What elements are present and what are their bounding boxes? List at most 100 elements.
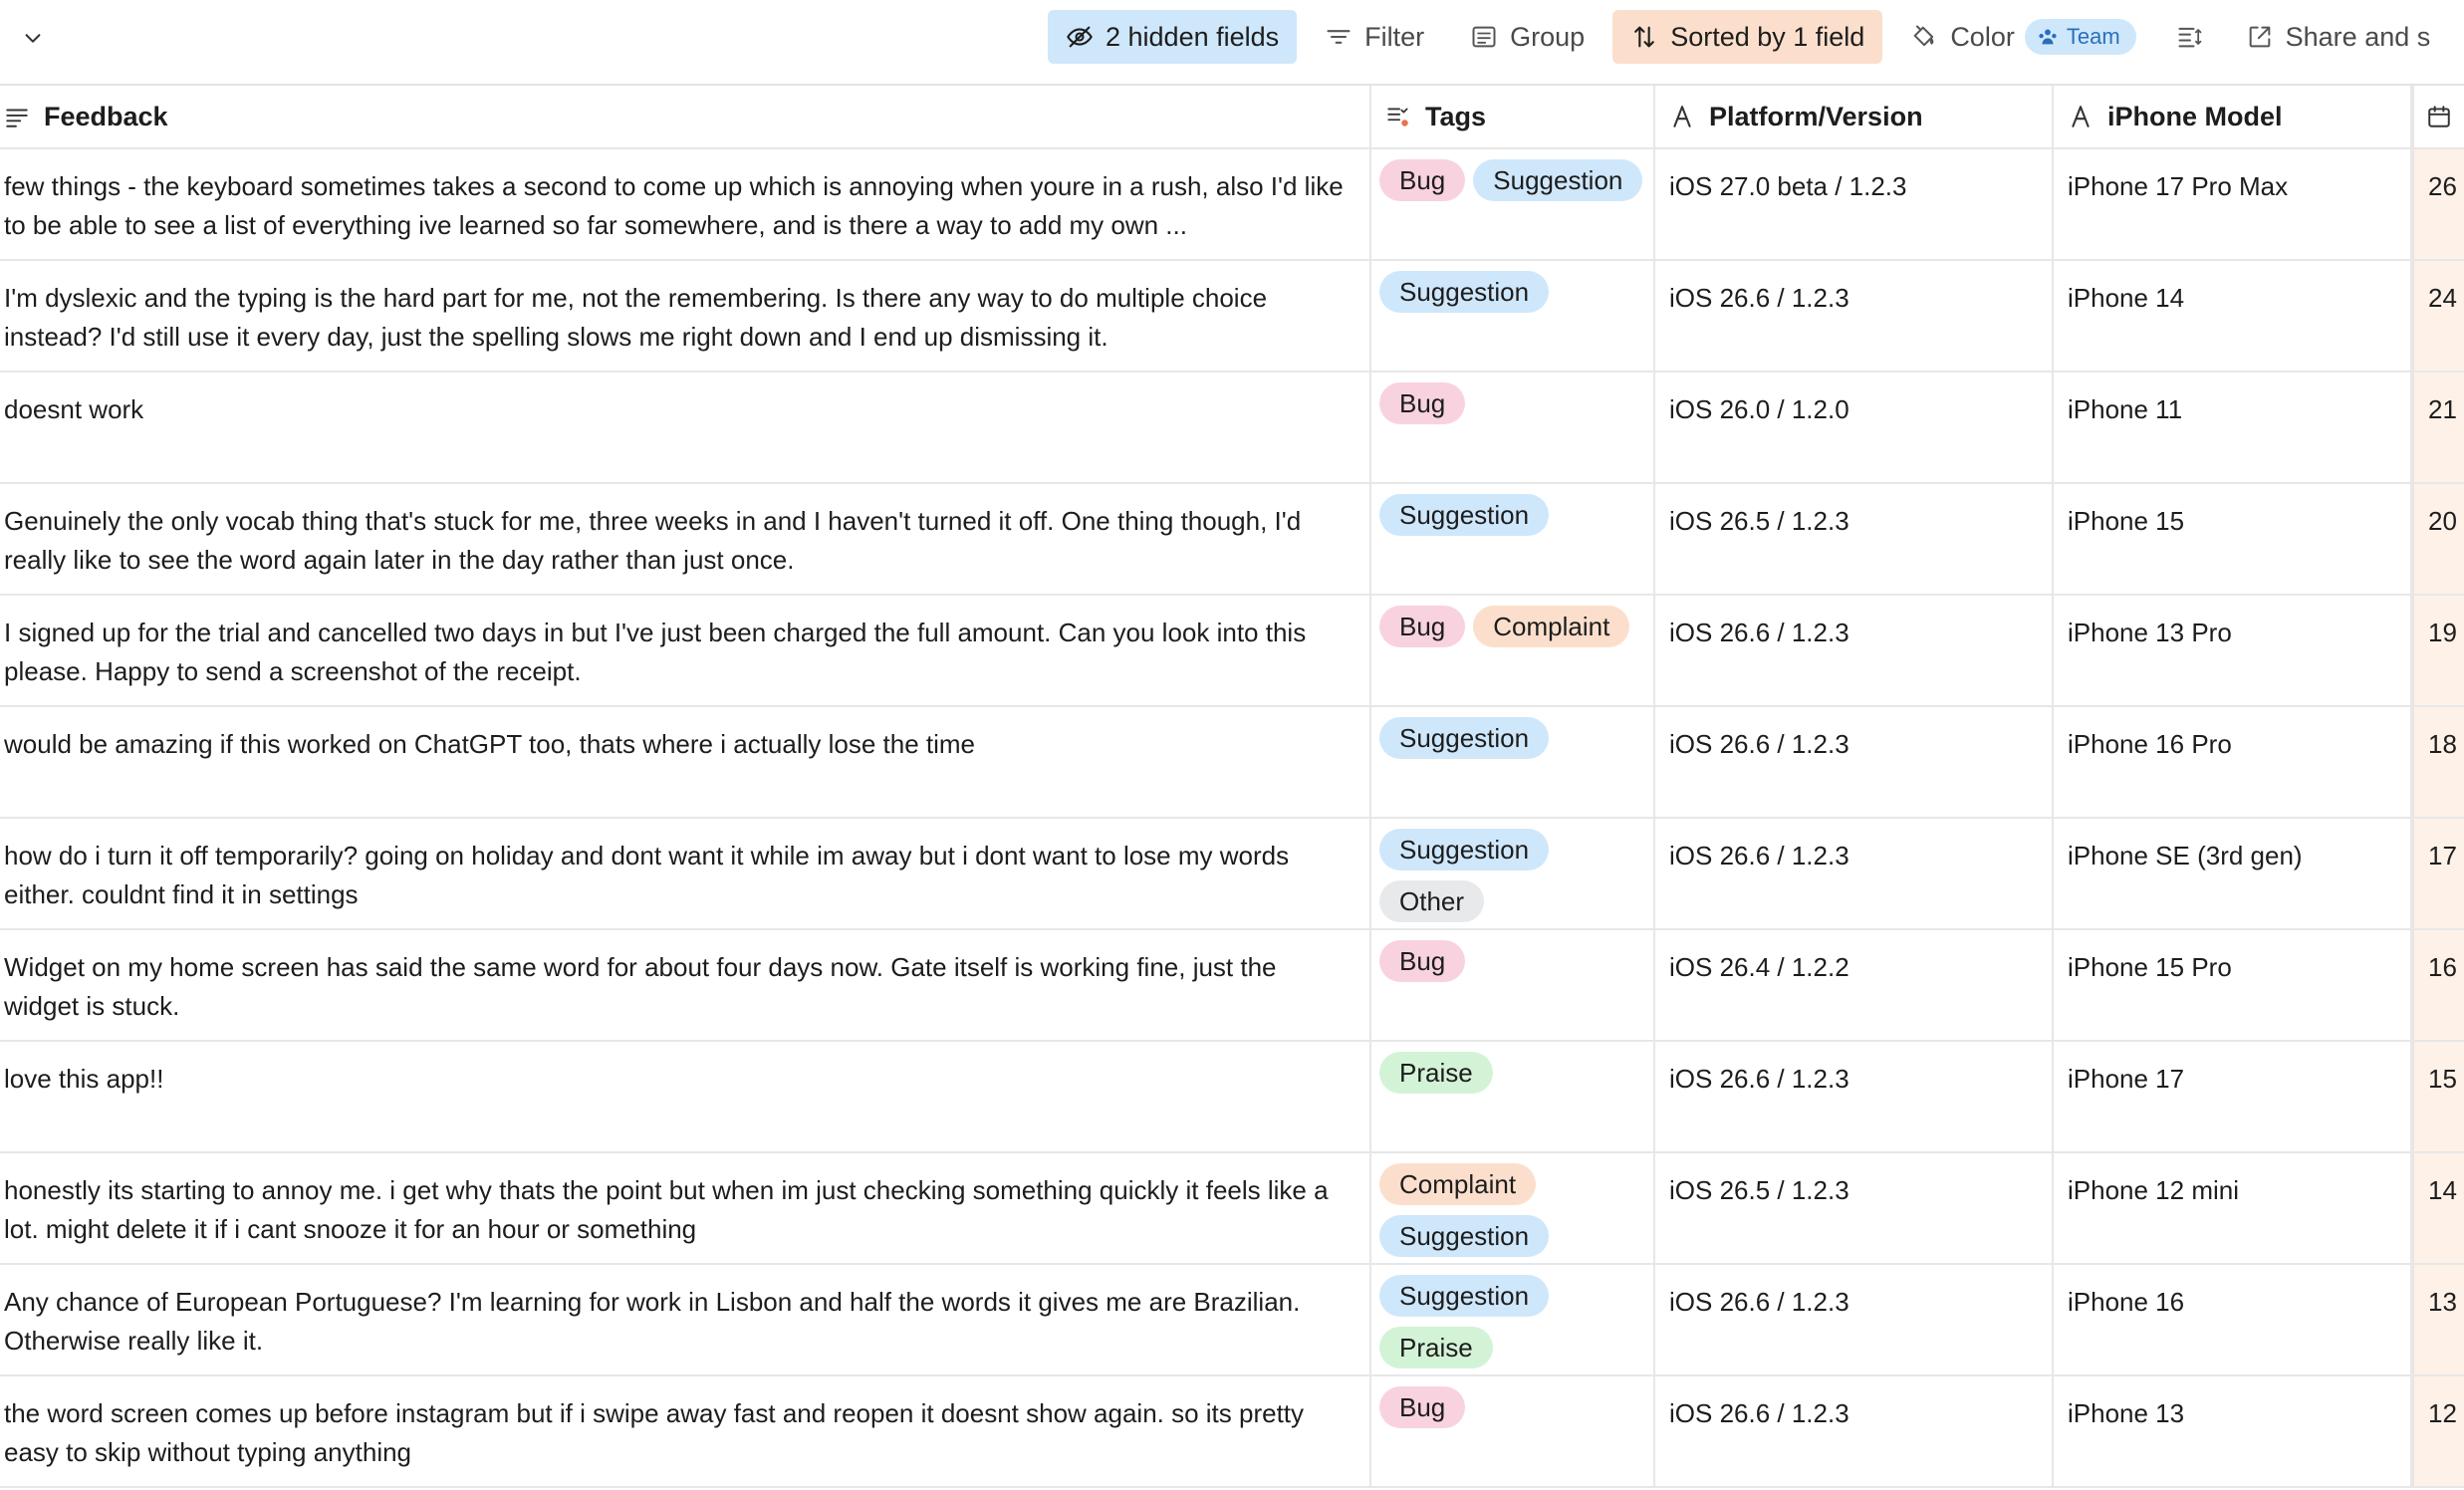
date-cell[interactable]: 16	[2412, 930, 2464, 1040]
model-cell[interactable]: iPhone 15	[2054, 484, 2412, 594]
tags-cell[interactable]: Bug Suggestion	[1371, 149, 1655, 259]
table-row[interactable]: Any chance of European Portuguese? I'm l…	[0, 1265, 2464, 1376]
model-cell[interactable]: iPhone 16 Pro	[2054, 707, 2412, 817]
sort-button[interactable]: Sorted by 1 field	[1612, 10, 1883, 64]
platform-cell[interactable]: iOS 26.5 / 1.2.3	[1655, 484, 2054, 594]
column-header-date[interactable]	[2412, 86, 2464, 147]
tag-pill: Complaint	[1379, 1163, 1537, 1205]
feedback-cell[interactable]: love this app!!	[0, 1042, 1371, 1151]
platform-cell[interactable]: iOS 26.4 / 1.2.2	[1655, 930, 2054, 1040]
team-chip[interactable]: Team	[2024, 19, 2136, 55]
date-cell[interactable]: 26	[2412, 149, 2464, 259]
tag-pill: Bug	[1379, 940, 1466, 982]
date-cell[interactable]: 19	[2412, 596, 2464, 705]
tags-cell[interactable]: Bug	[1371, 372, 1655, 482]
platform-cell[interactable]: iOS 26.6 / 1.2.3	[1655, 1376, 2054, 1486]
tag-list: Bug Suggestion	[1371, 149, 1653, 201]
feedback-cell[interactable]: honestly its starting to annoy me. i get…	[0, 1153, 1371, 1263]
table-row[interactable]: would be amazing if this worked on ChatG…	[0, 707, 2464, 819]
model-cell-text: iPhone 15 Pro	[2068, 952, 2232, 982]
model-cell[interactable]: iPhone 13	[2054, 1376, 2412, 1486]
model-cell[interactable]: iPhone 16	[2054, 1265, 2412, 1374]
model-cell[interactable]: iPhone 12 mini	[2054, 1153, 2412, 1263]
date-cell[interactable]: 24	[2412, 261, 2464, 371]
feedback-cell[interactable]: how do i turn it off temporarily? going …	[0, 819, 1371, 928]
model-cell[interactable]: iPhone 13 Pro	[2054, 596, 2412, 705]
tags-cell[interactable]: Bug	[1371, 930, 1655, 1040]
feedback-cell[interactable]: Genuinely the only vocab thing that's st…	[0, 484, 1371, 594]
table-row[interactable]: how do i turn it off temporarily? going …	[0, 819, 2464, 930]
feedback-cell-text: I'm dyslexic and the typing is the hard …	[4, 283, 1268, 352]
tags-cell[interactable]: Suggestion Other	[1371, 819, 1655, 928]
model-cell-text: iPhone 13 Pro	[2068, 618, 2232, 647]
tags-cell[interactable]: Praise	[1371, 1042, 1655, 1151]
date-cell[interactable]: 20	[2412, 484, 2464, 594]
tags-cell[interactable]: Complaint Suggestion	[1371, 1153, 1655, 1263]
feedback-cell[interactable]: Any chance of European Portuguese? I'm l…	[0, 1265, 1371, 1374]
date-cell[interactable]: 17	[2412, 819, 2464, 928]
tags-cell[interactable]: Suggestion	[1371, 261, 1655, 371]
platform-cell[interactable]: iOS 27.0 beta / 1.2.3	[1655, 149, 2054, 259]
column-header-model[interactable]: iPhone Model	[2054, 86, 2412, 147]
column-header-tags[interactable]: Tags	[1371, 86, 1655, 147]
team-icon	[2039, 29, 2057, 45]
color-button[interactable]: Color Team	[1892, 10, 2136, 64]
group-button[interactable]: Group	[1452, 10, 1602, 64]
table-row[interactable]: few things - the keyboard sometimes take…	[0, 149, 2464, 261]
platform-cell[interactable]: iOS 26.6 / 1.2.3	[1655, 819, 2054, 928]
platform-cell-text: iOS 26.6 / 1.2.3	[1669, 729, 1849, 759]
model-cell[interactable]: iPhone 11	[2054, 372, 2412, 482]
view-switcher-button[interactable]	[13, 18, 53, 58]
filter-button[interactable]: Filter	[1307, 10, 1442, 64]
feedback-cell[interactable]: would be amazing if this worked on ChatG…	[0, 707, 1371, 817]
model-cell-text: iPhone SE (3rd gen)	[2068, 841, 2303, 870]
feedback-cell[interactable]: I'm dyslexic and the typing is the hard …	[0, 261, 1371, 371]
platform-cell[interactable]: iOS 26.6 / 1.2.3	[1655, 1042, 2054, 1151]
feedback-cell-text: I signed up for the trial and cancelled …	[4, 618, 1307, 686]
column-header-platform[interactable]: Platform/Version	[1655, 86, 2054, 147]
tags-cell[interactable]: Suggestion	[1371, 484, 1655, 594]
table-row[interactable]: Genuinely the only vocab thing that's st…	[0, 484, 2464, 596]
tags-cell[interactable]: Bug Complaint	[1371, 596, 1655, 705]
share-button[interactable]: Share and s	[2228, 10, 2430, 64]
date-cell[interactable]: 15	[2412, 1042, 2464, 1151]
column-header-feedback[interactable]: Feedback	[0, 86, 1371, 147]
table-row[interactable]: doesnt work Bug iOS 26.0 / 1.2.0 iPhone 11 2…	[0, 372, 2464, 484]
model-cell[interactable]: iPhone 17 Pro Max	[2054, 149, 2412, 259]
date-cell[interactable]: 18	[2412, 707, 2464, 817]
table-row[interactable]: love this app!! Praise iOS 26.6 / 1.2.3 iPh…	[0, 1042, 2464, 1153]
date-cell[interactable]: 14	[2412, 1153, 2464, 1263]
date-cell-text: 19	[2428, 618, 2457, 647]
table-row[interactable]: the word screen comes up before instagra…	[0, 1376, 2464, 1488]
hidden-fields-button[interactable]: 2 hidden fields	[1048, 10, 1298, 64]
model-cell[interactable]: iPhone 17	[2054, 1042, 2412, 1151]
platform-cell[interactable]: iOS 26.6 / 1.2.3	[1655, 1265, 2054, 1374]
platform-cell[interactable]: iOS 26.5 / 1.2.3	[1655, 1153, 2054, 1263]
model-cell[interactable]: iPhone SE (3rd gen)	[2054, 819, 2412, 928]
date-cell[interactable]: 21	[2412, 372, 2464, 482]
model-cell-text: iPhone 17 Pro Max	[2068, 171, 2289, 201]
feedback-cell[interactable]: Widget on my home screen has said the sa…	[0, 930, 1371, 1040]
table-row[interactable]: honestly its starting to annoy me. i get…	[0, 1153, 2464, 1265]
model-cell[interactable]: iPhone 15 Pro	[2054, 930, 2412, 1040]
tags-cell[interactable]: Bug	[1371, 1376, 1655, 1486]
tags-cell[interactable]: Suggestion Praise	[1371, 1265, 1655, 1374]
platform-cell[interactable]: iOS 26.0 / 1.2.0	[1655, 372, 2054, 482]
feedback-cell[interactable]: the word screen comes up before instagra…	[0, 1376, 1371, 1486]
date-cell[interactable]: 13	[2412, 1265, 2464, 1374]
row-height-button[interactable]	[2162, 10, 2218, 64]
feedback-cell[interactable]: doesnt work	[0, 372, 1371, 482]
platform-cell[interactable]: iOS 26.6 / 1.2.3	[1655, 596, 2054, 705]
tag-list: Praise	[1371, 1042, 1653, 1094]
table-row[interactable]: Widget on my home screen has said the sa…	[0, 930, 2464, 1042]
table-row[interactable]: I signed up for the trial and cancelled …	[0, 596, 2464, 707]
platform-cell[interactable]: iOS 26.6 / 1.2.3	[1655, 261, 2054, 371]
feedback-cell[interactable]: few things - the keyboard sometimes take…	[0, 149, 1371, 259]
feedback-cell[interactable]: I signed up for the trial and cancelled …	[0, 596, 1371, 705]
platform-cell[interactable]: iOS 26.6 / 1.2.3	[1655, 707, 2054, 817]
date-cell-text: 20	[2428, 506, 2457, 536]
model-cell[interactable]: iPhone 14	[2054, 261, 2412, 371]
table-row[interactable]: I'm dyslexic and the typing is the hard …	[0, 261, 2464, 372]
date-cell[interactable]: 12	[2412, 1376, 2464, 1486]
tags-cell[interactable]: Suggestion	[1371, 707, 1655, 817]
